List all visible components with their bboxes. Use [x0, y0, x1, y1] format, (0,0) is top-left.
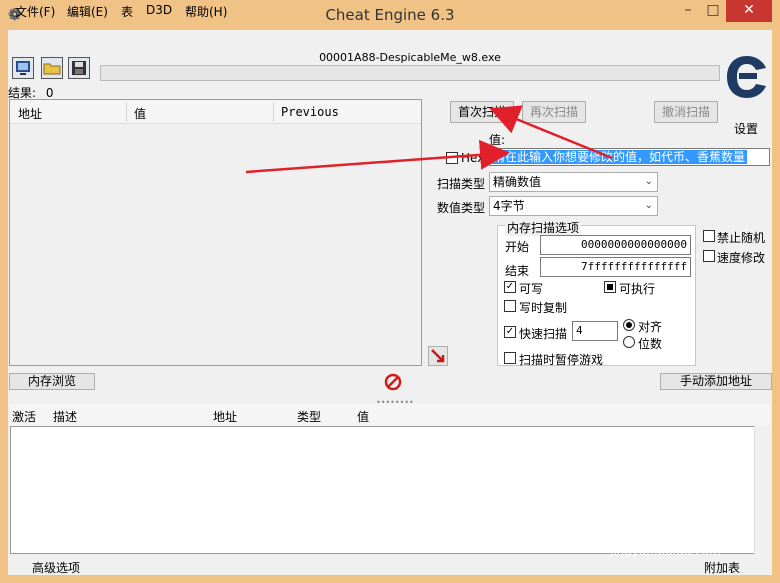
executable-label: 可执行 — [619, 282, 656, 296]
memory-view-button[interactable]: 内存浏览 — [9, 373, 95, 390]
fast-scan-value-input[interactable]: 4 — [572, 321, 618, 341]
end-address-input[interactable]: 7fffffffffffffff — [540, 257, 691, 277]
close-button[interactable]: ✕ — [726, 0, 772, 22]
open-folder-icon[interactable] — [41, 57, 63, 79]
found-list-header — [10, 100, 421, 124]
menu-file[interactable]: 文件(F) — [15, 3, 55, 20]
add-to-list-arrow-icon[interactable] — [428, 346, 448, 366]
found-address-list[interactable] — [9, 99, 422, 366]
memory-scan-options-title: 内存扫描选项 — [505, 219, 582, 236]
last-digits-label: 位数 — [638, 337, 663, 351]
cheat-engine-logo-icon[interactable] — [722, 52, 772, 102]
chevron-down-icon: ⌄ — [644, 200, 653, 211]
undo-scan-button[interactable]: 撤消扫描 — [654, 101, 718, 123]
next-scan-button[interactable]: 再次扫描 — [522, 101, 586, 123]
menu-d3d[interactable]: D3D — [146, 3, 172, 17]
value-type-label: 数值类型 — [437, 201, 486, 215]
results-label: 结果: — [8, 86, 37, 100]
status-bar — [8, 557, 772, 575]
executable-checkbox[interactable] — [604, 281, 616, 293]
menu-table[interactable]: 表 — [121, 3, 133, 20]
column-description[interactable]: 描述 — [53, 408, 77, 425]
hex-label: Hex — [461, 151, 485, 165]
scan-progress-bar — [100, 65, 720, 81]
value-input-text: 请在此输入你想要修改的值，如代币、香蕉数量 — [491, 150, 748, 164]
first-scan-button[interactable]: 首次扫描 — [450, 101, 514, 123]
menu-bar — [8, 31, 772, 51]
hex-checkbox[interactable] — [446, 152, 458, 164]
maximize-button[interactable]: □ — [702, 0, 724, 22]
add-address-manually-button[interactable]: 手动添加地址 — [660, 373, 772, 390]
chevron-down-icon: ⌄ — [644, 176, 653, 187]
copy-on-write-label: 写时复制 — [519, 301, 568, 315]
column-address[interactable]: 地址 — [213, 408, 237, 425]
value-type-value: 4字节 — [493, 199, 525, 213]
last-digits-radio[interactable] — [623, 336, 635, 348]
disable-random-label: 禁止随机 — [717, 231, 766, 245]
advanced-options-button[interactable]: 高级选项 — [32, 559, 80, 576]
scan-type-label: 扫描类型 — [437, 177, 486, 191]
end-label: 结束 — [505, 264, 530, 278]
align-radio[interactable] — [623, 319, 635, 331]
align-label: 对齐 — [638, 320, 663, 334]
writable-label: 可写 — [519, 282, 544, 296]
fast-scan-checkbox[interactable]: ✓ — [504, 326, 516, 338]
results-value: 0 — [45, 86, 54, 100]
menu-edit[interactable]: 编辑(E) — [67, 3, 108, 20]
column-divider — [126, 102, 127, 122]
process-name: 00001A88-DespicableMe_w8.exe — [319, 51, 501, 64]
table-extras-button[interactable]: 附加表 — [704, 559, 740, 576]
pause-game-checkbox[interactable] — [504, 352, 516, 364]
settings-label[interactable]: 设置 — [734, 120, 758, 137]
column-previous[interactable]: Previous — [281, 105, 339, 119]
window-title: Cheat Engine 6.3 — [325, 6, 455, 24]
minimize-button[interactable]: – — [676, 0, 700, 22]
speed-hack-label: 速度修改 — [717, 251, 766, 265]
column-divider — [273, 102, 274, 122]
speed-hack-checkbox[interactable] — [703, 250, 715, 262]
fast-scan-label: 快速扫描 — [519, 327, 568, 341]
value-type-dropdown[interactable]: 4字节 ⌄ — [489, 196, 658, 216]
baidu-watermark-url: jingyan.baidu.com — [610, 544, 721, 558]
start-address-input[interactable]: 0000000000000000 — [540, 235, 691, 255]
save-icon[interactable] — [68, 57, 90, 79]
column-type[interactable]: 类型 — [297, 408, 321, 425]
cheat-table-scrollbar[interactable] — [754, 426, 770, 554]
open-process-icon[interactable] — [12, 57, 34, 79]
column-active[interactable]: 激活 — [12, 408, 36, 425]
copy-on-write-checkbox[interactable] — [504, 300, 516, 312]
pause-game-label: 扫描时暂停游戏 — [519, 353, 604, 367]
column-value[interactable]: 值 — [134, 105, 146, 122]
menu-help[interactable]: 帮助(H) — [185, 3, 227, 20]
column-value[interactable]: 值 — [357, 408, 369, 425]
scan-type-value: 精确数值 — [493, 175, 542, 189]
disable-random-checkbox[interactable] — [703, 230, 715, 242]
value-label: 值: — [489, 133, 506, 147]
start-label: 开始 — [505, 240, 530, 254]
scan-type-dropdown[interactable]: 精确数值 ⌄ — [489, 172, 658, 192]
clear-list-icon[interactable] — [383, 372, 403, 392]
cheat-table-header — [10, 404, 770, 426]
column-address[interactable]: 地址 — [18, 105, 42, 122]
writable-checkbox[interactable]: ✓ — [504, 281, 516, 293]
